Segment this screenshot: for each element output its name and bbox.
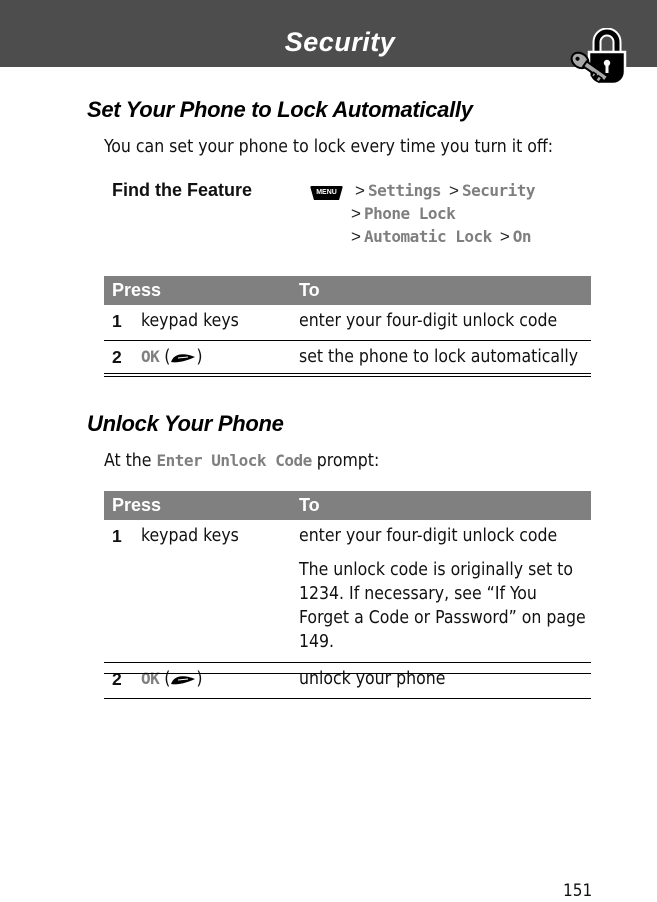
column-header-to: To <box>299 491 591 520</box>
table-row: 2 OK () set the phone to lock automatica… <box>104 340 591 377</box>
step-number: 2 <box>104 662 141 699</box>
menu-path-item: Automatic Lock <box>363 227 492 246</box>
section-intro-auto-lock: You can set your phone to lock every tim… <box>104 137 554 157</box>
prompt-text: Enter Unlock Code <box>156 451 312 470</box>
step-number: 2 <box>104 340 141 377</box>
table-row: 2 OK () unlock your phone <box>104 662 591 699</box>
table-header: Press To <box>104 276 591 305</box>
step-number: 1 <box>104 305 141 341</box>
menu-path-item: On <box>512 227 532 246</box>
table-end-rule <box>104 373 591 374</box>
column-header-press: Press <box>104 491 299 520</box>
lock-and-key-icon <box>570 28 627 86</box>
ok-key-label: OK <box>141 347 160 366</box>
press-cell: keypad keys <box>141 305 299 341</box>
instruction-table-unlock: Press To 1 keypad keys enter your four-d… <box>104 491 591 699</box>
menu-key-icon: MENU <box>310 186 343 200</box>
column-header-press: Press <box>104 276 299 305</box>
press-cell: keypad keys <box>141 520 299 663</box>
menu-path-item: Settings <box>367 181 442 200</box>
table-row: 1 keypad keys enter your four-digit unlo… <box>104 520 591 663</box>
press-cell: OK () <box>141 662 299 699</box>
step-note: The unlock code is originally set to 123… <box>299 560 586 652</box>
table-header: Press To <box>104 491 591 520</box>
section-heading-auto-lock: Set Your Phone to Lock Automatically <box>87 97 473 122</box>
to-cell: unlock your phone <box>299 662 591 699</box>
page-number: 151 <box>563 881 593 901</box>
to-cell: enter your four-digit unlock code The un… <box>299 520 591 663</box>
press-cell: OK () <box>141 340 299 377</box>
find-feature-path: MENU > Settings > Security > Phone Lock > Au… <box>310 179 536 248</box>
menu-path-item: Security <box>461 181 536 200</box>
right-soft-key-icon <box>171 354 196 363</box>
section-heading-unlock: Unlock Your Phone <box>87 411 284 436</box>
to-cell: set the phone to lock automatically <box>299 340 591 377</box>
find-feature-label: Find the Feature <box>112 180 253 200</box>
page-title: Security <box>284 27 396 57</box>
menu-path-item: Phone Lock <box>363 204 456 223</box>
section-intro-unlock: At the Enter Unlock Code prompt: <box>104 451 380 471</box>
right-soft-key-icon <box>171 676 196 685</box>
instruction-table-auto-lock: Press To 1 keypad keys enter your four-d… <box>104 276 591 377</box>
step-number: 1 <box>104 520 141 663</box>
column-header-to: To <box>299 276 591 305</box>
ok-key-label: OK <box>141 669 160 688</box>
table-end-rule <box>104 673 591 674</box>
table-row: 1 keypad keys enter your four-digit unlo… <box>104 305 591 341</box>
to-cell: enter your four-digit unlock code <box>299 305 591 341</box>
